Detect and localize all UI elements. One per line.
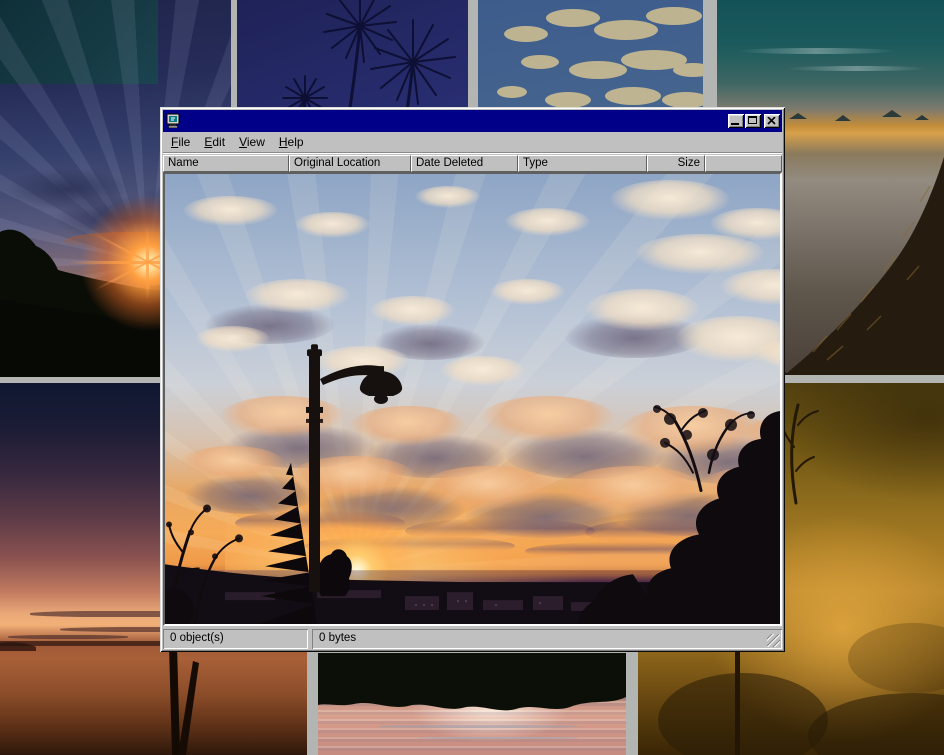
maximize-icon — [748, 116, 757, 124]
reflected-trees — [318, 653, 626, 755]
close-button[interactable] — [764, 114, 780, 128]
menu-help[interactable]: Help — [272, 133, 311, 152]
recycle-bin-window: File Edit View Help Name Original Locati… — [160, 107, 785, 652]
status-bar: 0 object(s) 0 bytes — [163, 629, 782, 649]
menu-edit[interactable]: Edit — [197, 133, 232, 152]
status-objects: 0 object(s) — [163, 629, 308, 649]
minimize-icon — [731, 123, 739, 125]
menu-file[interactable]: File — [164, 133, 197, 152]
bush-silhouette — [317, 549, 352, 596]
sunset-lamp-post-photo — [165, 174, 780, 624]
column-header-date-deleted[interactable]: Date Deleted — [411, 155, 518, 172]
close-icon — [767, 117, 776, 125]
desktop: File Edit View Help Name Original Locati… — [0, 0, 944, 755]
computer-monitor-icon — [166, 113, 182, 129]
menu-separator — [163, 152, 782, 154]
column-header-type[interactable]: Type — [518, 155, 647, 172]
wallpaper-photo-reflection — [318, 653, 626, 755]
column-header-row: Name Original Location Date Deleted Type… — [163, 155, 782, 172]
titlebar[interactable] — [163, 110, 782, 132]
menu-bar: File Edit View Help — [163, 132, 782, 152]
status-bytes: 0 bytes — [312, 629, 782, 649]
list-view-photo-area[interactable] — [163, 172, 782, 626]
column-header-name[interactable]: Name — [163, 155, 289, 172]
column-header-size[interactable]: Size — [647, 155, 705, 172]
silhouette-layer — [165, 174, 780, 624]
menu-view[interactable]: View — [232, 133, 272, 152]
column-header-empty[interactable] — [705, 155, 782, 172]
column-header-original-location[interactable]: Original Location — [289, 155, 411, 172]
pole-silhouette — [735, 638, 740, 755]
minimize-button[interactable] — [728, 114, 744, 128]
resize-grip-icon[interactable] — [767, 634, 780, 647]
lamp-post-silhouette — [306, 344, 402, 592]
maximize-button[interactable] — [745, 114, 761, 128]
